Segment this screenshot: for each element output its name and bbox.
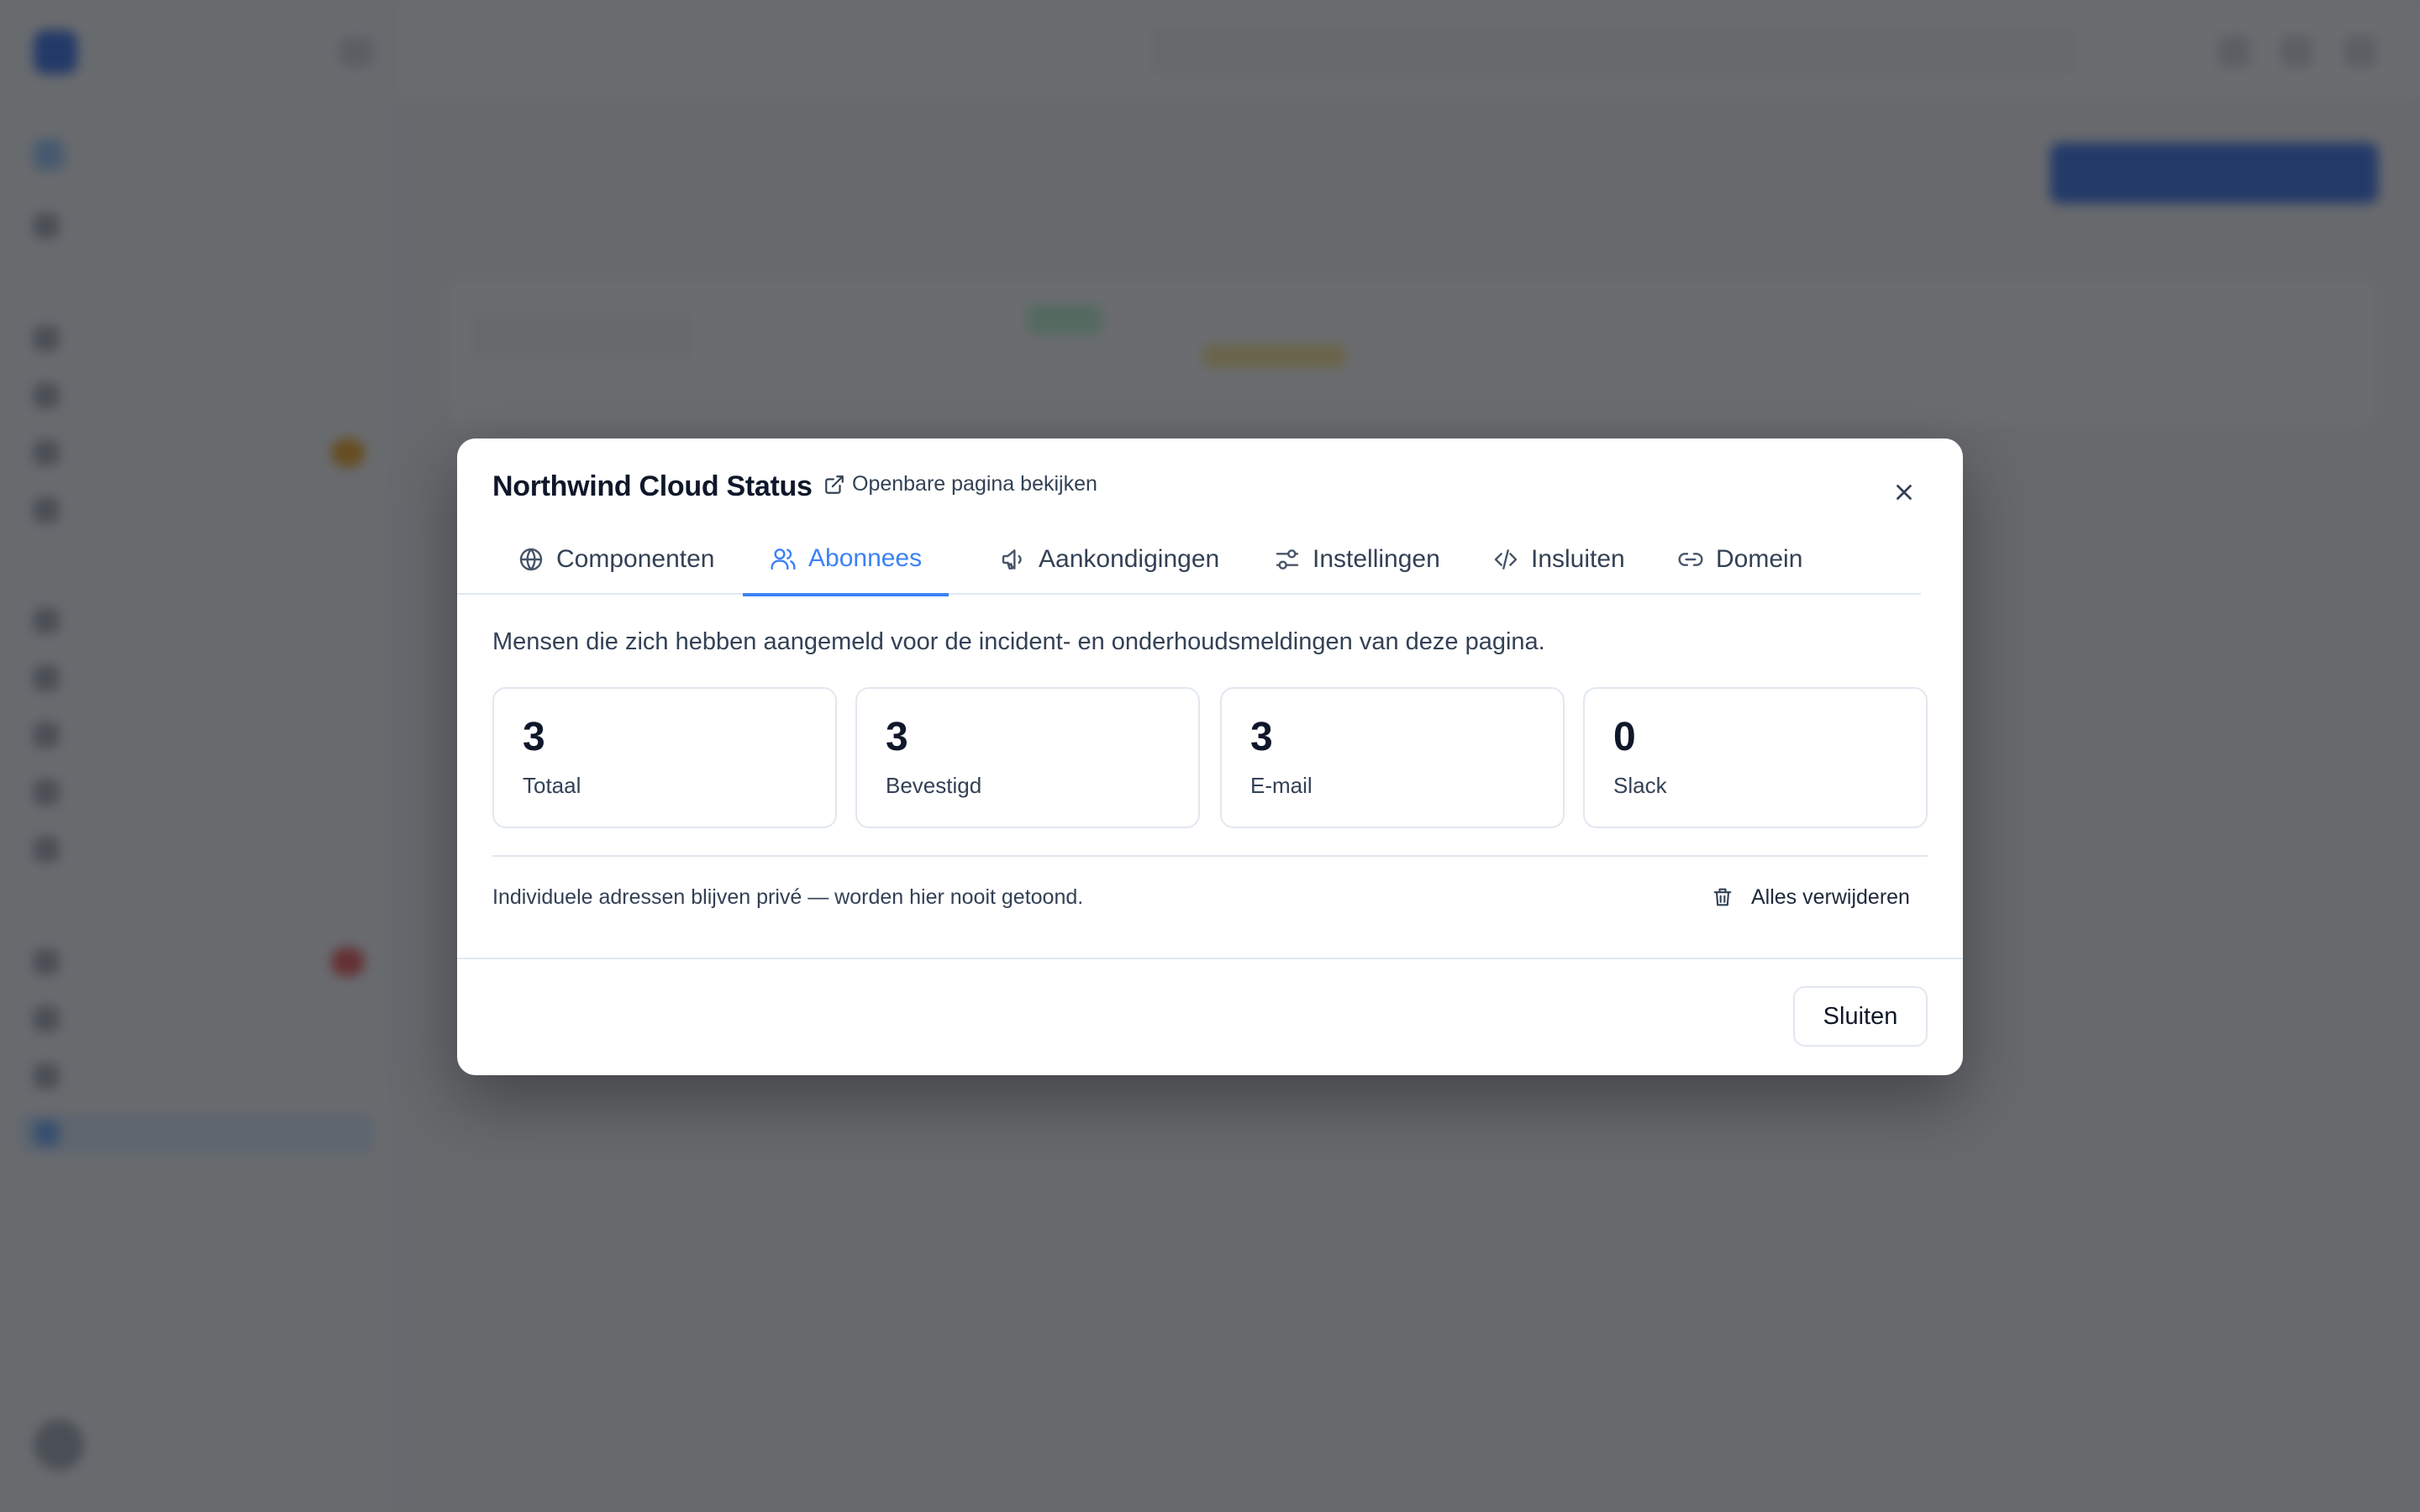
close-dialog-button[interactable] [1886,474,1923,511]
tab-label: Abonnees [808,544,923,572]
stat-label: Bevestigd [886,773,982,798]
globe-icon [519,548,543,571]
tab-abonnees[interactable]: Abonnees [743,524,950,596]
divider [492,855,1928,857]
tab-componenten[interactable]: Componenten [491,524,741,595]
view-public-page-label: Openbare pagina bekijken [852,472,1097,496]
stat-card-total: 3 Totaal [492,687,837,828]
close-button[interactable]: Sluiten [1793,986,1928,1047]
sliders-icon [1276,549,1299,570]
footer-divider [457,958,1963,959]
delete-all-button[interactable]: Alles verwijderen [1689,872,1932,922]
tab-instellingen[interactable]: Instellingen [1247,524,1467,595]
tab-label: Aankondigingen [1039,545,1220,573]
stat-card-confirmed: 3 Bevestigd [855,687,1200,828]
privacy-note: Individuele adressen blijven privé — wor… [492,885,1084,909]
stat-value: 3 [886,715,908,759]
tab-label: Instellingen [1313,545,1440,573]
stat-card-email: 3 E-mail [1220,687,1565,828]
view-public-page-link[interactable]: Openbare pagina bekijken [823,472,1097,496]
stat-label: Totaal [523,773,581,798]
trash-icon [1713,888,1732,906]
tab-insluiten[interactable]: Insluiten [1465,524,1652,595]
stat-value: 0 [1613,715,1636,759]
tab-domein[interactable]: Domein [1650,524,1829,595]
stat-label: E-mail [1250,773,1313,798]
external-link-icon [825,475,844,494]
tab-label: Insluiten [1531,545,1625,573]
stat-card-slack: 0 Slack [1583,687,1928,828]
status-page-dialog: Northwind Cloud Status Openbare pagina b… [457,438,1963,1075]
subscribers-description: Mensen die zich hebben aangemeld voor de… [492,628,1545,655]
link-icon [1678,553,1703,566]
stat-value: 3 [523,715,545,759]
tab-label: Componenten [556,545,715,573]
users-icon [771,549,796,570]
megaphone-icon [1002,549,1022,570]
dialog-tabs: Componenten Abonnees Aankondigingen Inst… [457,524,1921,596]
tab-label: Domein [1716,545,1803,573]
stat-value: 3 [1250,715,1273,759]
tab-aankondigingen[interactable]: Aankondigingen [973,524,1246,595]
stat-label: Slack [1613,773,1667,798]
delete-all-label: Alles verwijderen [1751,885,1910,909]
close-icon [1897,485,1912,500]
code-icon [1494,549,1518,570]
dialog-title: Northwind Cloud Status [492,470,813,502]
